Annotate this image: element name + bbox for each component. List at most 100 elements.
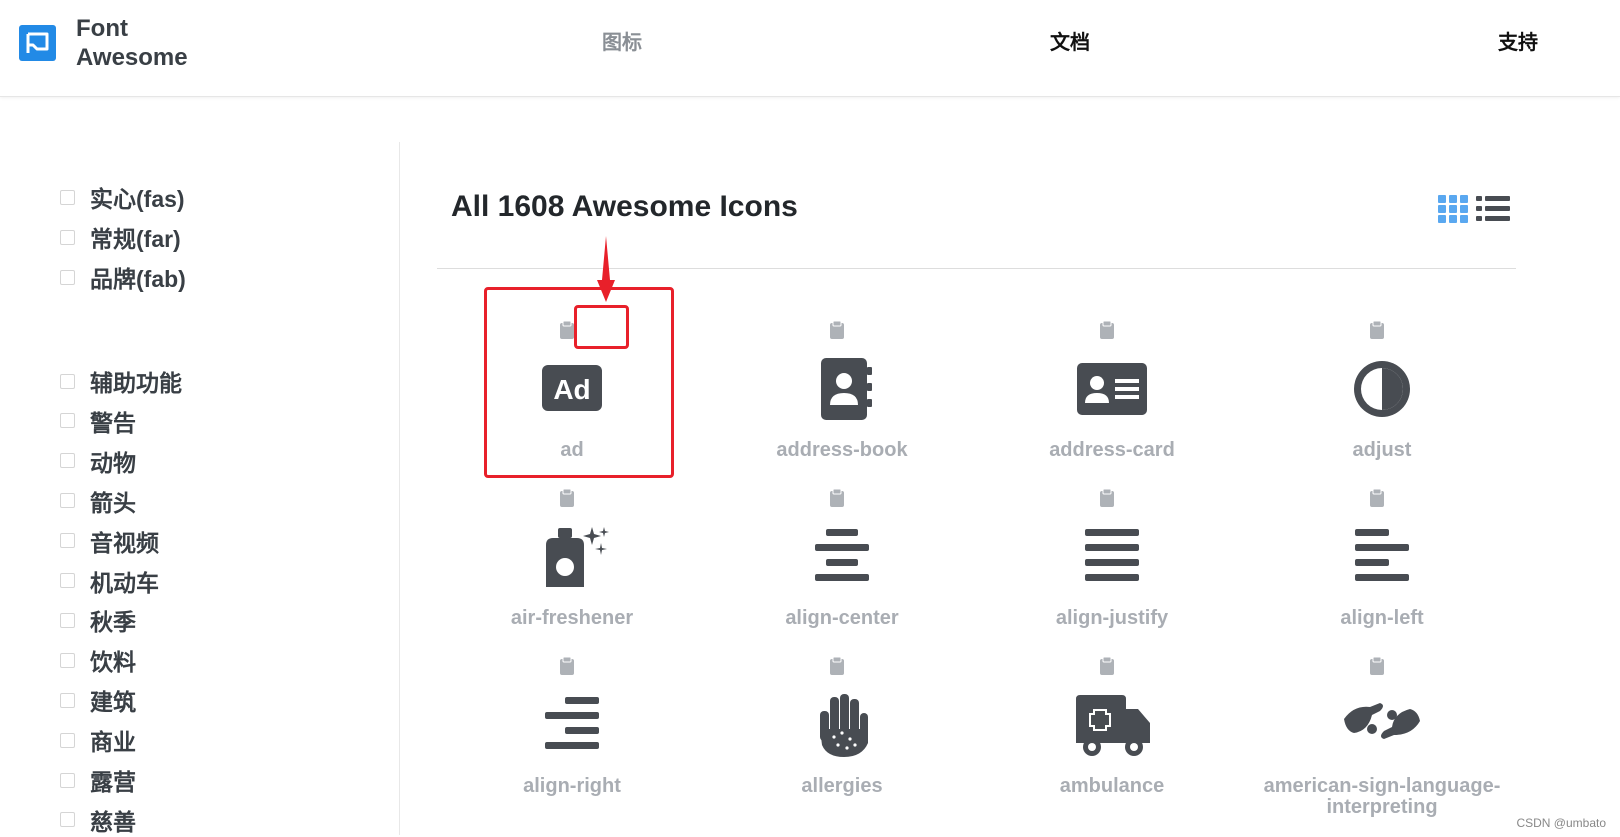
filter-checkbox[interactable] xyxy=(60,652,75,668)
icon-name-label: ambulance xyxy=(1059,775,1165,797)
filter-label: 常规(far) xyxy=(90,226,181,252)
copy-clipboard-icon[interactable] xyxy=(1369,656,1385,675)
filter-checkbox[interactable] xyxy=(60,692,75,708)
filter-category-7[interactable]: 饮料 xyxy=(60,645,136,675)
sidebar-divider xyxy=(399,142,400,835)
nav-support-link[interactable]: 支持 xyxy=(1498,26,1538,55)
page-title: All 1608 Awesome Icons xyxy=(451,190,798,223)
filter-category-8[interactable]: 建筑 xyxy=(60,685,136,715)
filter-label: 建筑 xyxy=(90,689,136,716)
filter-label: 实心(fas) xyxy=(90,186,185,212)
icon-card-ambulance[interactable]: ambulance xyxy=(977,646,1247,814)
align-right-icon xyxy=(545,697,599,749)
logo-text[interactable]: Font Awesome xyxy=(76,14,188,72)
copy-clipboard-icon[interactable] xyxy=(1369,320,1385,339)
filter-label: 露营 xyxy=(90,769,136,795)
copy-clipboard-icon[interactable] xyxy=(559,488,575,507)
address-card-icon xyxy=(1077,363,1147,415)
filter-label: 秋季 xyxy=(90,609,136,636)
copy-clipboard-icon[interactable] xyxy=(829,488,845,507)
filter-category-4[interactable]: 音视频 xyxy=(60,526,159,556)
align-center-icon xyxy=(815,529,869,581)
filter-checkbox[interactable] xyxy=(60,189,75,205)
logo-text-line2: Awesome xyxy=(76,44,188,71)
filter-checkbox[interactable] xyxy=(60,453,75,469)
filter-style-1[interactable]: 常规(far) xyxy=(60,222,181,252)
icon-card-address-book[interactable]: address-book xyxy=(707,310,977,478)
filter-checkbox[interactable] xyxy=(60,413,75,429)
align-justify-icon xyxy=(1085,529,1139,581)
copy-clipboard-icon[interactable] xyxy=(1099,488,1115,507)
icon-card-align-justify[interactable]: align-justify xyxy=(977,478,1247,646)
copy-clipboard-icon[interactable] xyxy=(1369,488,1385,507)
american-sign-language-interpreting-icon xyxy=(1344,703,1420,739)
filter-style-0[interactable]: 实心(fas) xyxy=(60,182,185,212)
filter-checkbox[interactable] xyxy=(60,573,75,588)
filter-label: 商业 xyxy=(90,729,136,756)
logo-text-line1: Font xyxy=(76,15,128,42)
filter-category-5[interactable]: 机动车 xyxy=(60,566,159,596)
icon-name-label: air-freshener xyxy=(510,607,634,629)
icon-card-align-right[interactable]: align-right xyxy=(437,646,707,814)
filter-checkbox[interactable] xyxy=(60,493,75,509)
filter-checkbox[interactable] xyxy=(60,812,75,828)
filter-category-2[interactable]: 动物 xyxy=(60,446,136,476)
filter-label: 品牌(fab) xyxy=(90,266,186,292)
filter-category-9[interactable]: 商业 xyxy=(60,725,136,755)
icon-name-label: allergies xyxy=(801,775,883,797)
icon-card-adjust[interactable]: adjust xyxy=(1247,310,1517,478)
grid-view-icon[interactable] xyxy=(1438,195,1468,223)
filter-checkbox[interactable] xyxy=(60,772,75,788)
filter-label: 音视频 xyxy=(90,529,159,556)
filter-category-3[interactable]: 箭头 xyxy=(60,486,136,516)
copy-clipboard-icon[interactable] xyxy=(559,656,575,675)
filter-category-10[interactable]: 露营 xyxy=(60,765,136,795)
copy-clipboard-icon[interactable] xyxy=(829,656,845,675)
icon-card-air-freshener[interactable]: air-freshener xyxy=(437,478,707,646)
filter-category-1[interactable]: 警告 xyxy=(60,406,136,436)
icon-card-align-left[interactable]: align-left xyxy=(1247,478,1517,646)
filter-checkbox[interactable] xyxy=(60,373,75,389)
icon-card-allergies[interactable]: allergies xyxy=(707,646,977,814)
icon-name-label: address-card xyxy=(1049,439,1175,461)
copy-clipboard-icon[interactable] xyxy=(829,320,845,339)
filter-label: 饮料 xyxy=(90,649,136,676)
icon-card-address-card[interactable]: address-card xyxy=(977,310,1247,478)
filter-category-6[interactable]: 秋季 xyxy=(60,605,136,635)
filter-checkbox[interactable] xyxy=(60,612,75,628)
icon-name-label: align-left xyxy=(1340,607,1424,629)
filter-label: 慈善 xyxy=(90,808,136,835)
annotation-clipboard-highlight xyxy=(574,305,629,349)
filter-checkbox[interactable] xyxy=(60,533,75,549)
align-left-icon xyxy=(1355,529,1409,581)
filter-checkbox[interactable] xyxy=(60,732,75,748)
address-book-icon xyxy=(821,358,872,420)
filter-label: 动物 xyxy=(90,449,136,476)
copy-clipboard-icon[interactable] xyxy=(1099,320,1115,339)
icon-card-align-center[interactable]: align-center xyxy=(707,478,977,646)
icon-name-label: align-justify xyxy=(1055,607,1169,629)
air-freshener-icon xyxy=(546,527,609,587)
icon-name-label: address-book xyxy=(776,439,908,461)
watermark: CSDN @umbato xyxy=(1516,816,1606,830)
flag-logo-icon[interactable] xyxy=(19,25,56,61)
filter-label: 箭头 xyxy=(90,489,136,516)
ambulance-icon xyxy=(1076,695,1150,756)
nav-docs-link[interactable]: 文档 xyxy=(1050,26,1090,55)
icon-name-label: align-center xyxy=(785,607,899,629)
adjust-icon xyxy=(1354,361,1410,417)
filter-label: 警告 xyxy=(90,409,136,436)
copy-clipboard-icon[interactable] xyxy=(1099,656,1115,675)
list-view-icon[interactable] xyxy=(1476,196,1510,221)
filter-category-0[interactable]: 辅助功能 xyxy=(60,366,182,396)
icon-card-american-sign-language-interpreting[interactable]: american-sign-language-interpreting xyxy=(1247,646,1517,818)
icon-name-label: american-sign-language-interpreting xyxy=(1263,775,1501,818)
filter-style-2[interactable]: 品牌(fab) xyxy=(60,262,186,292)
filter-checkbox[interactable] xyxy=(60,229,75,245)
view-toggle xyxy=(1438,195,1510,228)
filter-category-11[interactable]: 慈善 xyxy=(60,805,136,835)
nav-icons-link[interactable]: 图标 xyxy=(602,26,642,55)
icon-name-label: align-right xyxy=(523,775,621,797)
filter-checkbox[interactable] xyxy=(60,269,75,285)
allergies-icon xyxy=(820,694,868,757)
